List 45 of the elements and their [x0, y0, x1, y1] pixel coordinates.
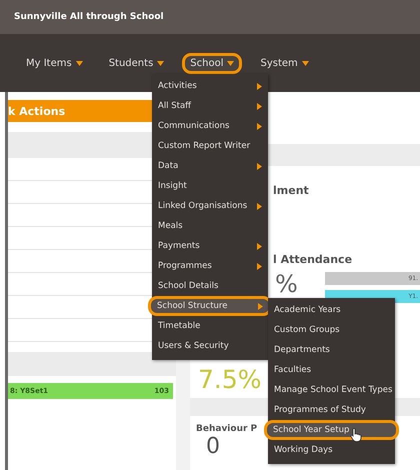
caret-icon: [157, 60, 164, 66]
behaviour-value: 0: [206, 436, 220, 458]
nav-menu-item[interactable]: School: [182, 52, 242, 74]
menu-item[interactable]: Departments: [268, 340, 395, 360]
menu-item[interactable]: Programmes of Study: [268, 400, 395, 420]
menu-item[interactable]: Insight: [152, 176, 268, 196]
nav-menu-item[interactable]: Students: [100, 52, 172, 74]
card-title: lment: [273, 184, 309, 197]
menu-item[interactable]: Meals: [152, 216, 268, 236]
menu-item[interactable]: Linked Organisations: [152, 196, 268, 216]
menu-item[interactable]: All Staff: [152, 96, 268, 116]
attendance-value: %: [275, 272, 299, 296]
card-title: Behaviour P: [196, 424, 258, 434]
menu-item[interactable]: Activities: [152, 76, 268, 96]
submenu-arrow-icon: [258, 302, 263, 310]
menu-item[interactable]: Working Days: [268, 440, 395, 460]
submenu-arrow-icon: [257, 162, 262, 170]
nav-menu-item[interactable]: System: [252, 52, 317, 74]
submenu-arrow-icon: [257, 122, 262, 130]
menu-item[interactable]: School Details: [152, 276, 268, 296]
menu-item[interactable]: Manage School Event Types: [268, 380, 395, 400]
card-title: l Attendance: [273, 253, 352, 266]
submenu-arrow-icon: [257, 202, 262, 210]
menu-item[interactable]: Custom Report Writer: [152, 136, 268, 156]
menu-item[interactable]: Custom Groups: [268, 320, 395, 340]
menu-item[interactable]: Data: [152, 156, 268, 176]
panel-title: k Actions: [8, 104, 66, 118]
menu-item[interactable]: Payments: [152, 236, 268, 256]
hand-cursor-icon: [350, 428, 362, 442]
menu-item[interactable]: Users & Security: [152, 336, 268, 356]
submenu-arrow-icon: [257, 242, 262, 250]
caret-icon: [302, 60, 309, 66]
submenu-arrow-icon: [257, 102, 262, 110]
caret-icon: [76, 60, 83, 66]
menu-item[interactable]: School Year Setup: [264, 420, 399, 440]
nav-menu-item[interactable]: My Items: [18, 52, 91, 74]
caret-icon: [227, 60, 234, 66]
window-title: Sunnyville All through School: [14, 12, 164, 22]
menu-item[interactable]: Timetable: [152, 316, 268, 336]
menu-item[interactable]: Communications: [152, 116, 268, 136]
submenu-arrow-icon: [257, 82, 262, 90]
menu-item[interactable]: Faculties: [268, 360, 395, 380]
menu-item[interactable]: Programmes: [152, 256, 268, 276]
big-value: 7.5%: [198, 367, 262, 392]
submenu-arrow-icon: [257, 262, 262, 270]
